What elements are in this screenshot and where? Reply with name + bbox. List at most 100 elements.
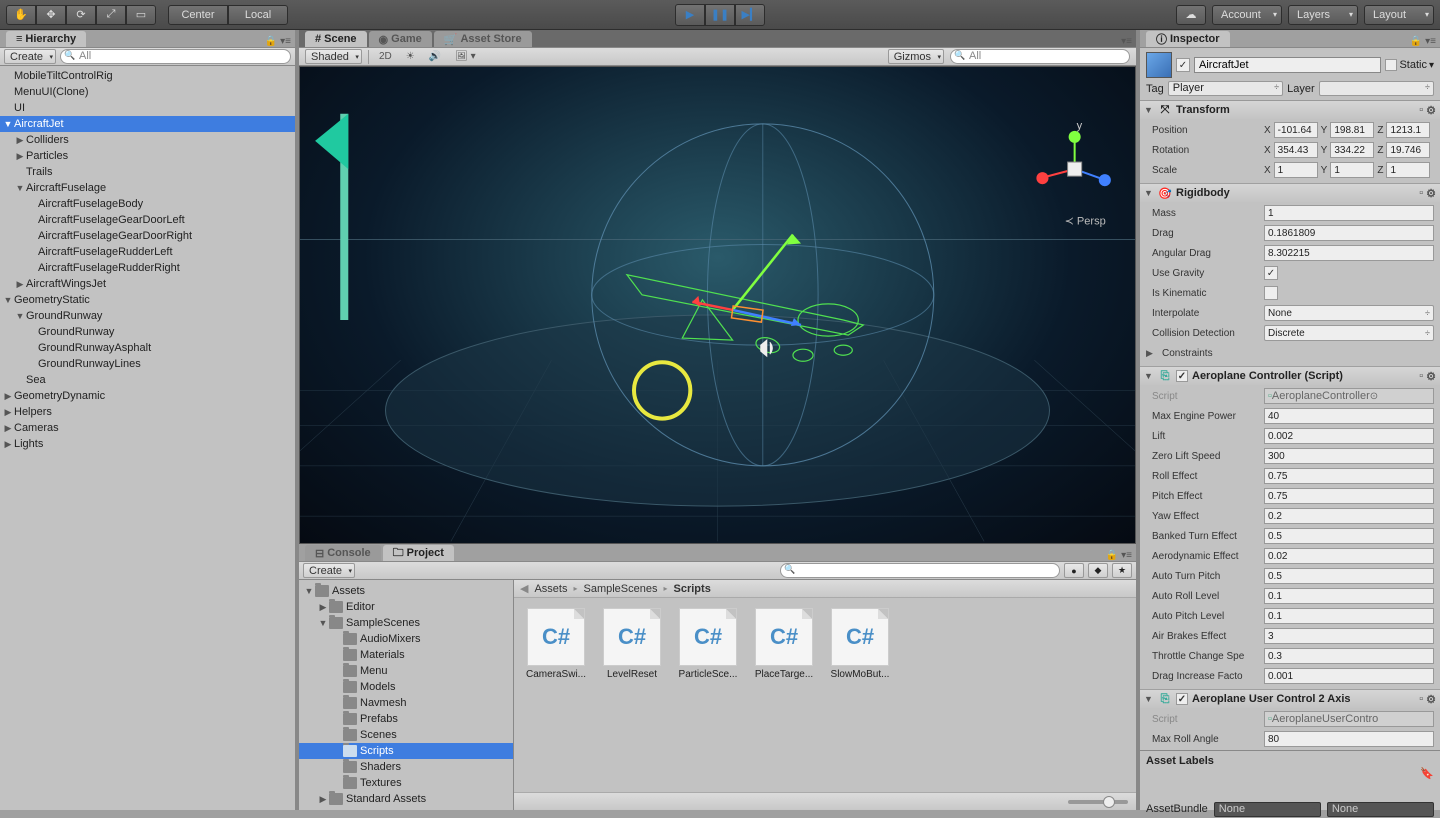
scale-tool[interactable]: ⤢ <box>96 5 126 25</box>
project-assets-grid[interactable]: C#CameraSwi...C#LevelResetC#ParticleSce.… <box>514 598 1136 792</box>
layers-dropdown[interactable]: Layers <box>1288 5 1358 25</box>
move-tool[interactable]: ✥ <box>36 5 66 25</box>
hierarchy-item[interactable]: UI <box>0 100 295 116</box>
thumbnail-size-slider[interactable] <box>1068 800 1128 804</box>
is-kinematic-checkbox[interactable] <box>1264 286 1278 300</box>
tag-dropdown[interactable]: Player <box>1168 81 1283 96</box>
hierarchy-item[interactable]: ▼AircraftJet <box>0 116 295 132</box>
hierarchy-item[interactable]: GroundRunwayAsphalt <box>0 340 295 356</box>
help-icon[interactable]: ▫ <box>1419 370 1423 383</box>
project-folder[interactable]: Menu <box>299 663 513 679</box>
component-enabled-checkbox[interactable]: ✓ <box>1176 693 1188 705</box>
max-roll-angle-field[interactable]: 80 <box>1264 731 1434 747</box>
mass-field[interactable]: 1 <box>1264 205 1434 221</box>
layer-dropdown[interactable] <box>1319 81 1434 96</box>
property-field[interactable]: 0.2 <box>1264 508 1434 524</box>
scale-y[interactable]: 1 <box>1330 162 1374 178</box>
rotation-y[interactable]: 334.22 <box>1330 142 1374 158</box>
script-reference[interactable]: ▫ AeroplaneController ⊙ <box>1264 388 1434 404</box>
gizmos-dropdown[interactable]: Gizmos <box>888 49 944 64</box>
hierarchy-item[interactable]: ▶Lights <box>0 436 295 452</box>
property-field[interactable]: 3 <box>1264 628 1434 644</box>
component-enabled-checkbox[interactable]: ✓ <box>1176 370 1188 382</box>
pivot-center-toggle[interactable]: Center <box>168 5 228 25</box>
drag-field[interactable]: 0.1861809 <box>1264 225 1434 241</box>
hierarchy-item[interactable]: MenuUI(Clone) <box>0 84 295 100</box>
project-breadcrumb[interactable]: ◀ Assets▸ SampleScenes▸ Scripts <box>514 580 1136 598</box>
2d-toggle[interactable]: 2D <box>375 51 396 62</box>
property-field[interactable]: 300 <box>1264 448 1434 464</box>
project-tab[interactable]: 🗀Project <box>383 545 454 561</box>
property-field[interactable]: 0.3 <box>1264 648 1434 664</box>
asset-bundle-dropdown[interactable]: None <box>1214 802 1321 817</box>
hierarchy-item[interactable]: ▼GroundRunway <box>0 308 295 324</box>
fx-toggle[interactable]: 🖼 ▾ <box>451 51 480 62</box>
project-folder[interactable]: Materials <box>299 647 513 663</box>
hierarchy-tab[interactable]: ≡ Hierarchy <box>6 31 86 47</box>
property-field[interactable]: 0.002 <box>1264 428 1434 444</box>
pivot-local-toggle[interactable]: Local <box>228 5 288 25</box>
save-filter-button[interactable]: ★ <box>1112 563 1132 578</box>
script-reference[interactable]: ▫ AeroplaneUserContro <box>1264 711 1434 727</box>
project-folder[interactable]: Scripts <box>299 743 513 759</box>
interpolate-dropdown[interactable]: None <box>1264 305 1434 321</box>
project-folder[interactable]: Navmesh <box>299 695 513 711</box>
play-button[interactable]: ▶ <box>675 4 705 26</box>
pause-button[interactable]: ❚❚ <box>705 4 735 26</box>
back-icon[interactable]: ◀ <box>520 582 528 595</box>
user-control-header[interactable]: ▼ ⎘ ✓ Aeroplane User Control 2 Axis ▫⚙ <box>1140 690 1440 708</box>
property-field[interactable]: 0.5 <box>1264 528 1434 544</box>
inspector-tab[interactable]: ⓘInspector <box>1146 31 1230 47</box>
rigidbody-header[interactable]: ▼ 🎯 Rigidbody ▫⚙ <box>1140 184 1440 202</box>
rotation-x[interactable]: 354.43 <box>1274 142 1318 158</box>
position-x[interactable]: -101.64 <box>1274 122 1318 138</box>
hierarchy-item[interactable]: ▶GeometryDynamic <box>0 388 295 404</box>
property-field[interactable]: 0.02 <box>1264 548 1434 564</box>
project-search[interactable] <box>780 563 1060 578</box>
account-dropdown[interactable]: Account <box>1212 5 1282 25</box>
project-folder[interactable]: ▼SampleScenes <box>299 615 513 631</box>
project-folder[interactable]: Scenes <box>299 727 513 743</box>
hierarchy-item[interactable]: GroundRunwayLines <box>0 356 295 372</box>
audio-toggle[interactable]: 🔊 <box>425 51 445 62</box>
hierarchy-item[interactable]: ▶Helpers <box>0 404 295 420</box>
help-icon[interactable]: ▫ <box>1419 187 1423 200</box>
property-field[interactable]: 0.1 <box>1264 608 1434 624</box>
step-button[interactable]: ▶▎ <box>735 4 765 26</box>
hierarchy-item[interactable]: AircraftFuselageRudderRight <box>0 260 295 276</box>
project-folder[interactable]: Shaders <box>299 759 513 775</box>
hierarchy-create-dropdown[interactable]: Create <box>4 49 56 64</box>
hierarchy-item[interactable]: ▼AircraftFuselage <box>0 180 295 196</box>
position-y[interactable]: 198.81 <box>1330 122 1374 138</box>
projection-label[interactable]: ≺ Persp <box>1065 215 1106 227</box>
project-folder[interactable]: Prefabs <box>299 711 513 727</box>
shading-mode-dropdown[interactable]: Shaded <box>305 49 362 64</box>
gear-icon[interactable]: ⚙ <box>1426 104 1436 117</box>
asset-item[interactable]: C#SlowMoBut... <box>828 608 892 680</box>
hierarchy-item[interactable]: ▶AircraftWingsJet <box>0 276 295 292</box>
property-field[interactable]: 0.5 <box>1264 568 1434 584</box>
project-folder[interactable]: ▶Editor <box>299 599 513 615</box>
panel-menu-icon[interactable]: 🔒 ▾≡ <box>265 36 291 47</box>
rotate-tool[interactable]: ⟳ <box>66 5 96 25</box>
scene-search[interactable]: All <box>950 49 1130 64</box>
property-field[interactable]: 40 <box>1264 408 1434 424</box>
gear-icon[interactable]: ⚙ <box>1426 693 1436 706</box>
panel-menu-icon[interactable]: 🔒 ▾≡ <box>1410 36 1436 47</box>
active-checkbox[interactable]: ✓ <box>1176 58 1190 72</box>
filter-button-2[interactable]: ◆ <box>1088 563 1108 578</box>
hierarchy-item[interactable]: Sea <box>0 372 295 388</box>
use-gravity-checkbox[interactable]: ✓ <box>1264 266 1278 280</box>
gear-icon[interactable]: ⚙ <box>1426 187 1436 200</box>
panel-menu-icon[interactable]: 🔒 ▾≡ <box>1106 550 1132 561</box>
hierarchy-item[interactable]: GroundRunway <box>0 324 295 340</box>
layout-dropdown[interactable]: Layout <box>1364 5 1434 25</box>
property-field[interactable]: 0.1 <box>1264 588 1434 604</box>
help-icon[interactable]: ▫ <box>1419 693 1423 706</box>
asset-item[interactable]: C#PlaceTarge... <box>752 608 816 680</box>
asset-item[interactable]: C#CameraSwi... <box>524 608 588 680</box>
collision-detection-dropdown[interactable]: Discrete <box>1264 325 1434 341</box>
hierarchy-item[interactable]: ▶Colliders <box>0 132 295 148</box>
project-folder-tree[interactable]: ▼Assets▶Editor▼SampleScenesAudioMixersMa… <box>299 580 514 810</box>
angular-drag-field[interactable]: 8.302215 <box>1264 245 1434 261</box>
